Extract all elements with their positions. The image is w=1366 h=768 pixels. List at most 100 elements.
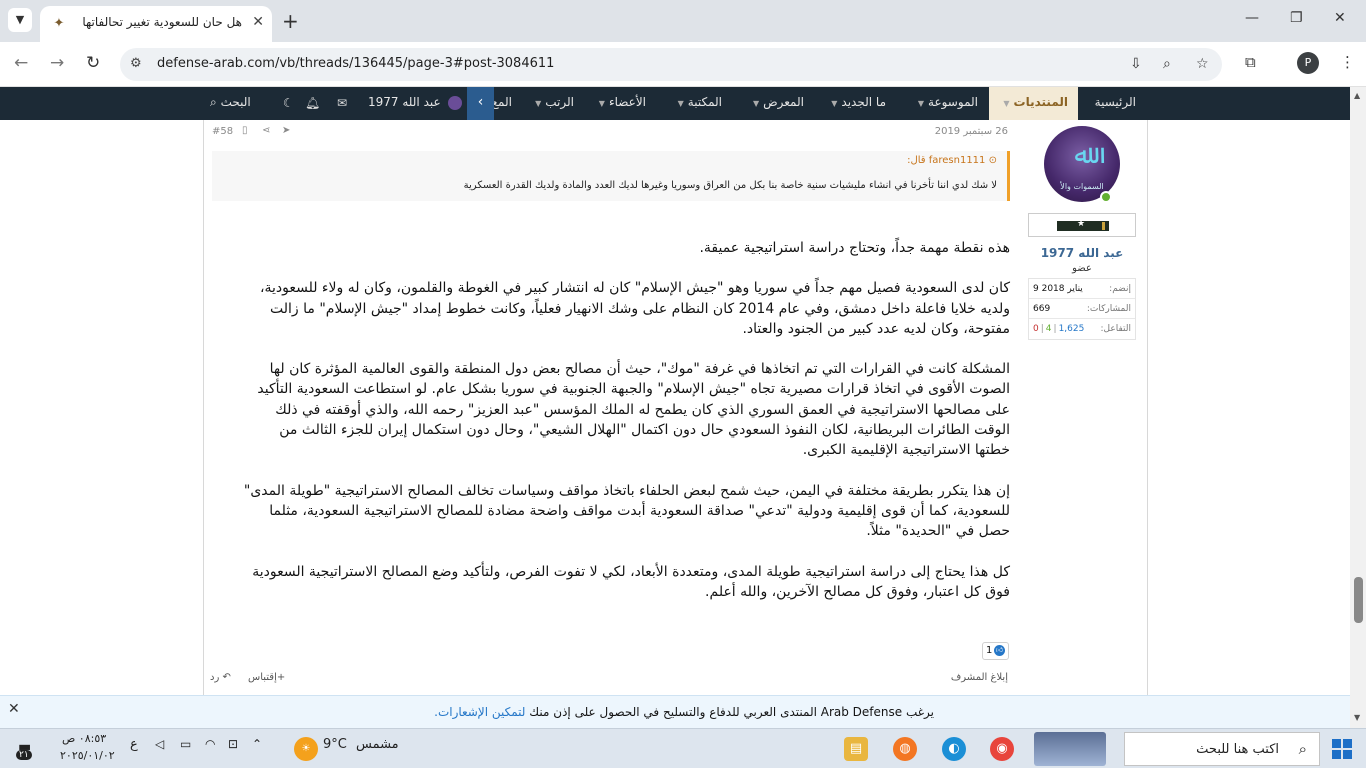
nav-home[interactable]: الرئيسية (1095, 87, 1136, 120)
bell-icon[interactable]: 🔔︎ (305, 96, 320, 110)
stat-posts-value[interactable]: 669 (1033, 304, 1050, 314)
quote-button[interactable]: +إقتباس (248, 672, 285, 683)
nav-gallery[interactable]: المعرض ▼ (749, 87, 804, 120)
taskbar-search[interactable]: ⌕ اكتب هنا للبحث (1124, 732, 1320, 766)
reload-icon[interactable]: ↻ (86, 53, 100, 73)
forward-icon[interactable]: → (50, 53, 64, 73)
new-tab-button[interactable]: + (282, 9, 299, 33)
nav-library[interactable]: المكتبة▼ (674, 87, 722, 120)
nav-more[interactable]: المع (492, 87, 512, 120)
nav-search[interactable]: البحث ⌕ (210, 87, 251, 120)
bookmark-star-icon[interactable]: ☆ (1196, 56, 1209, 72)
stat-reactions-label: التفاعل: (1100, 324, 1131, 334)
edge-icon[interactable]: ◐ (942, 737, 966, 761)
minimize-icon[interactable]: — (1245, 10, 1259, 26)
send-icon[interactable]: ➤ (282, 125, 290, 136)
clock-date[interactable]: ٢٠٢٥/٠١/٠٢ (60, 749, 115, 762)
tab-close-icon[interactable]: ✕ (252, 14, 264, 30)
zoom-icon[interactable]: ⌕ (1163, 56, 1171, 72)
report-link[interactable]: إبلاغ المشرف (951, 672, 1008, 683)
input-language[interactable]: ع (130, 737, 138, 752)
nav-ranks[interactable]: الرتب ▼ (531, 87, 574, 120)
url-text[interactable]: defense-arab.com/vb/threads/136445/page-… (157, 56, 554, 71)
widgets-thumbnail[interactable] (1034, 732, 1106, 766)
post-paragraph: كان لدى السعودية فصيل مهم جداً في سوريا … (259, 280, 1010, 337)
tab-search-button[interactable]: ▼ (8, 8, 32, 32)
post-date[interactable]: 26 سبتمبر 2019 (935, 126, 1008, 137)
nav-encyclopedia[interactable]: الموسوعة ▼ (914, 87, 978, 120)
nav-scroll-arrow-icon[interactable]: › (467, 87, 494, 120)
chevron-down-icon[interactable]: ▼ (753, 99, 759, 108)
inbox-icon[interactable]: ✉ (337, 96, 347, 110)
quote-text: لا شك لدي اننا تأخرنا في انشاء مليشيات س… (463, 180, 997, 191)
chevron-down-icon[interactable]: ▼ (1003, 99, 1009, 108)
username-link[interactable]: عبد الله 1977 (1026, 246, 1138, 260)
reaction-summary[interactable]: 1 👍︎ (982, 642, 1009, 660)
browser-tabstrip: ▼ ✦ هل حان للسعودية تغيير تحالفاتها ✕ + … (0, 0, 1366, 42)
quote-author[interactable]: ⊙ faresn1111 قال: (907, 155, 997, 166)
address-toolbar: ← → ↻ ⚙ defense-arab.com/vb/threads/1364… (0, 42, 1366, 87)
stat-posts: المشاركات: 669 (1029, 299, 1135, 319)
rank-bar: ★ (1057, 219, 1109, 231)
wifi-icon[interactable]: ◠ (205, 737, 215, 751)
share-icon[interactable]: ⋖ (262, 125, 270, 136)
reply-arrow-icon: ↶ (222, 672, 231, 683)
reply-button[interactable]: ↶ رد (210, 672, 231, 683)
chevron-down-icon[interactable]: ▼ (535, 99, 541, 108)
reaction-count: 1 (986, 645, 993, 656)
post-paragraph: المشكلة كانت في القرارات التي تم اتخاذها… (257, 361, 1010, 459)
battery-icon[interactable]: ▭ (180, 737, 191, 751)
window-close-icon[interactable]: ✕ (1334, 10, 1346, 26)
post-header: 26 سبتمبر 2019 #58 ▯ ⋖ ➤ (210, 123, 1018, 143)
chevron-down-icon[interactable]: ▼ (918, 99, 924, 108)
post-number[interactable]: #58 (212, 126, 233, 137)
nav-members[interactable]: الأعضاء▼ (595, 87, 646, 120)
firefox-icon[interactable]: ◍ (893, 737, 917, 761)
scrollbar-thumb[interactable] (1354, 577, 1363, 623)
install-app-icon[interactable]: ⇩ (1130, 56, 1142, 72)
notification-close-icon[interactable]: ✕ (8, 701, 20, 717)
file-explorer-icon[interactable]: ▤ (844, 737, 868, 761)
stat-reactions-value: 0 | 4 | 1,625 (1033, 324, 1085, 334)
site-info-icon[interactable]: ⚙ (130, 56, 142, 71)
nav-whats-new[interactable]: ما الجديد ▼ (827, 87, 886, 120)
restore-icon[interactable]: ❐ (1290, 10, 1303, 26)
temperature[interactable]: 9°C (323, 737, 347, 752)
chevron-down-icon[interactable]: ▼ (678, 99, 684, 108)
profile-avatar[interactable]: P (1297, 52, 1319, 74)
volume-icon[interactable]: ◁ (155, 737, 164, 751)
stat-joined-value: 9 يناير 2018 (1033, 284, 1083, 294)
forum-navbar: الرئيسية المنتديات ▼ الموسوعة ▼ ما الجديد ▼… (0, 87, 1350, 120)
clock-time[interactable]: ٠٨:٥٣ ص (62, 732, 106, 745)
plus-icon: + (276, 672, 286, 683)
post-paragraph: كل هذا يحتاج إلى دراسة استراتيجية طويلة … (252, 563, 1010, 600)
chrome-icon[interactable]: ◉ (990, 737, 1014, 761)
bookmark-icon[interactable]: ▯ (242, 125, 248, 136)
camera-icon[interactable]: ⊡ (228, 737, 238, 751)
nav-forums[interactable]: المنتديات ▼ (989, 87, 1078, 120)
rank-stripe (1102, 222, 1105, 230)
nav-user-link[interactable]: عبد الله 1977 (368, 87, 463, 120)
chevron-down-icon[interactable]: ▼ (831, 99, 837, 108)
back-icon[interactable]: ← (14, 53, 28, 73)
quote-author-label: faresn1111 قال: (907, 155, 986, 166)
quote-up-arrow-icon[interactable]: ⊙ (989, 155, 997, 166)
scroll-up-icon[interactable]: ▲ (1354, 91, 1360, 100)
online-status-icon (1100, 191, 1112, 203)
user-stats: إنضم: 9 يناير 2018 المشاركات: 669 التفاع… (1028, 278, 1136, 340)
stat-reactions: التفاعل: 0 | 4 | 1,625 (1029, 319, 1135, 339)
tray-chevron-icon[interactable]: ⌃ (252, 737, 262, 751)
nav-forums-label: المنتديات (1013, 95, 1068, 109)
extensions-icon[interactable]: ⧉ (1245, 53, 1256, 71)
page-scrollbar[interactable]: ▲ ▼ (1350, 87, 1366, 729)
windows-start-icon[interactable] (1332, 739, 1352, 759)
url-bar[interactable]: ⚙ defense-arab.com/vb/threads/136445/pag… (120, 48, 1222, 81)
enable-notifications-link[interactable]: لتمكين الإشعارات. (434, 705, 525, 719)
chevron-down-icon[interactable]: ▼ (599, 99, 605, 108)
scroll-down-icon[interactable]: ▼ (1354, 713, 1360, 722)
dark-mode-moon-icon[interactable]: ☾ (283, 96, 294, 110)
browser-menu-icon[interactable]: ⋮ (1340, 53, 1355, 71)
browser-tab[interactable]: ✦ هل حان للسعودية تغيير تحالفاتها ✕ (40, 6, 272, 42)
weather-sun-icon[interactable]: ☀ (294, 737, 318, 761)
weather-label[interactable]: مشمس (356, 737, 399, 752)
